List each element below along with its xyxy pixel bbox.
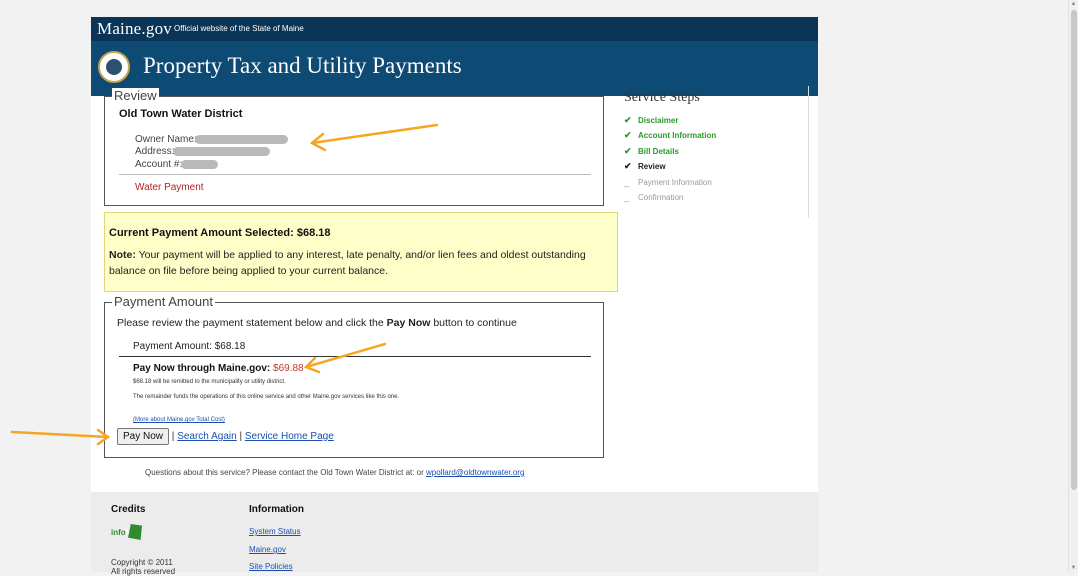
gov-banner: Maine.gov Official website of the State … <box>91 17 818 41</box>
page-container: Maine.gov Official website of the State … <box>91 17 818 492</box>
step-payment-information: _ Payment Information <box>624 177 712 187</box>
dash-icon: _ <box>624 192 630 202</box>
owner-name-label: Owner Name: <box>135 134 197 145</box>
maine-map-icon <box>128 524 142 540</box>
address-label: Address: <box>135 146 175 157</box>
account-redacted <box>181 160 218 169</box>
credits-heading: Credits <box>111 504 146 515</box>
scroll-down-icon[interactable]: ▼ <box>1070 564 1077 572</box>
copyright: Copyright © 2011 All rights reserved <box>111 558 176 576</box>
remit-note: $68.18 will be remitted to the municipal… <box>133 379 286 385</box>
search-again-link[interactable]: Search Again <box>177 431 237 442</box>
review-section: Review Old Town Water District Owner Nam… <box>104 88 604 206</box>
maine-gov-logo[interactable]: Maine.gov <box>97 19 172 39</box>
check-icon: ✔ <box>624 146 632 156</box>
payment-amount-legend: Payment Amount <box>112 294 215 309</box>
service-home-link[interactable]: Service Home Page <box>245 431 334 442</box>
step-disclaimer[interactable]: ✔ Disclaimer <box>624 115 678 126</box>
scroll-thumb[interactable] <box>1071 10 1077 490</box>
payment-divider <box>119 356 591 357</box>
payment-type: Water Payment <box>135 182 204 193</box>
browser-top-strip <box>0 0 1078 12</box>
gov-tagline: Official website of the State of Maine <box>174 24 304 33</box>
step-account-information[interactable]: ✔ Account Information <box>624 130 716 141</box>
payment-note: Note: Your payment will be applied to an… <box>109 249 586 277</box>
information-heading: Information <box>249 504 304 515</box>
page-title: Property Tax and Utility Payments <box>143 53 462 78</box>
dash-icon: _ <box>624 177 630 187</box>
scrollbar[interactable]: ▲ ▼ <box>1068 0 1078 572</box>
total-cost-link[interactable]: (More about Maine.gov Total Cost) <box>133 417 225 423</box>
payment-instructions: Please review the payment statement belo… <box>117 317 517 329</box>
pay-now-button[interactable]: Pay Now <box>117 428 170 445</box>
owner-name-redacted <box>195 135 288 144</box>
payment-note-box: Current Payment Amount Selected: $68.18 … <box>104 212 618 292</box>
step-bill-details[interactable]: ✔ Bill Details <box>624 146 679 157</box>
footer-link-maine-gov[interactable]: Maine.gov <box>249 545 286 554</box>
footer-link-system-status[interactable]: System Status <box>249 527 301 536</box>
payment-amount-line: Payment Amount: $68.18 <box>133 341 246 352</box>
payment-actions: Pay Now | Search Again | Service Home Pa… <box>117 428 334 445</box>
separator: | <box>171 431 175 442</box>
address-redacted <box>173 147 270 156</box>
state-seal-icon <box>98 51 130 83</box>
check-icon: ✔ <box>624 115 632 125</box>
contact-email-link[interactable]: wpollard@oldtownwater.org <box>426 468 524 477</box>
step-confirmation: _ Confirmation <box>624 192 684 202</box>
remainder-note: The remainder funds the operations of th… <box>133 394 400 400</box>
check-icon: ✔ <box>624 130 632 140</box>
review-divider <box>119 174 591 175</box>
separator: | <box>239 431 243 442</box>
scroll-up-icon[interactable]: ▲ <box>1070 0 1077 8</box>
step-review: ✔ Review <box>624 161 666 171</box>
service-steps-title: Service Steps <box>624 90 700 105</box>
check-icon: ✔ <box>624 161 632 171</box>
current-payment-amount: Current Payment Amount Selected: $68.18 <box>109 227 331 239</box>
review-legend: Review <box>112 88 159 103</box>
pay-now-total: Pay Now through Maine.gov: $69.88 <box>133 363 304 374</box>
utility-name: Old Town Water District <box>119 108 243 120</box>
footer: Credits infoME Copyright © 2011All right… <box>91 492 818 576</box>
payment-amount-section: Payment Amount Please review the payment… <box>104 294 604 458</box>
service-steps: Service Steps ✔ Disclaimer ✔ Account Infor… <box>613 86 809 218</box>
account-label: Account #: <box>135 159 183 170</box>
questions-line: Questions about this service? Please con… <box>145 468 525 477</box>
footer-link-site-policies[interactable]: Site Policies <box>249 562 293 571</box>
